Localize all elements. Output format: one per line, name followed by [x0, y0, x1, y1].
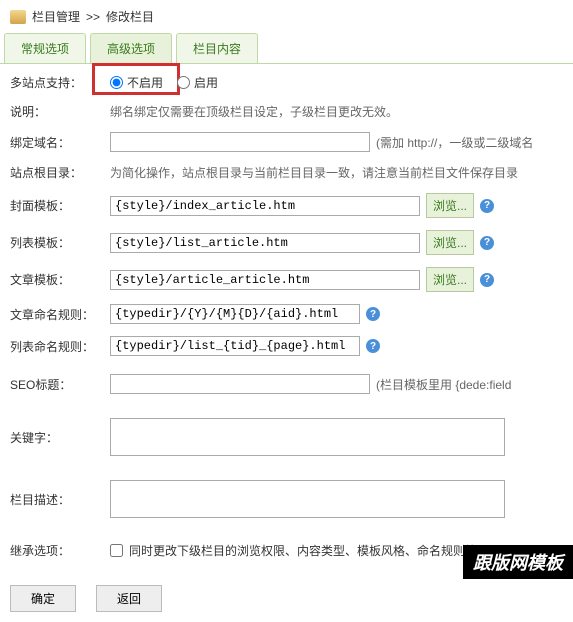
listrule-input[interactable]	[110, 336, 360, 356]
articlerule-label: 文章命名规则：	[10, 306, 110, 323]
radio-off[interactable]	[110, 76, 123, 89]
seo-input[interactable]	[110, 374, 370, 394]
multisite-label: 多站点支持：	[10, 74, 110, 91]
breadcrumb-a[interactable]: 栏目管理	[32, 8, 80, 25]
seo-label: SEO标题：	[10, 376, 110, 393]
row-cover: 封面模板： 浏览... ?	[10, 187, 563, 224]
colsdesc-label: 栏目描述：	[10, 491, 110, 508]
row-multisite: 多站点支持： 不启用 启用	[10, 68, 563, 97]
article-input[interactable]	[110, 270, 420, 290]
row-article: 文章模板： 浏览... ?	[10, 261, 563, 298]
radio-off-label[interactable]: 不启用	[127, 74, 163, 91]
seo-hint: (栏目模板里用 {dede:field	[376, 376, 511, 393]
colsdesc-input[interactable]	[110, 480, 505, 518]
desc-label: 说明：	[10, 103, 110, 120]
listrule-label: 列表命名规则：	[10, 338, 110, 355]
button-bar: 确定 返回	[0, 575, 573, 622]
list-browse-button[interactable]: 浏览...	[426, 230, 474, 255]
breadcrumb: 栏目管理 >> 修改栏目	[0, 0, 573, 33]
breadcrumb-b: 修改栏目	[106, 8, 154, 25]
cover-input[interactable]	[110, 196, 420, 216]
desc-text: 绑名绑定仅需要在顶级栏目设定，子级栏目更改无效。	[110, 103, 563, 120]
radio-on-label[interactable]: 启用	[194, 74, 218, 91]
list-input[interactable]	[110, 233, 420, 253]
article-browse-button[interactable]: 浏览...	[426, 267, 474, 292]
tab-general[interactable]: 常规选项	[4, 33, 86, 63]
domain-hint: (需加 http://，一级或二级域名	[376, 134, 533, 151]
tab-advanced[interactable]: 高级选项	[90, 33, 172, 63]
row-seo: SEO标题： (栏目模板里用 {dede:field	[10, 362, 563, 406]
articlerule-input[interactable]	[110, 304, 360, 324]
row-colsdesc: 栏目描述：	[10, 468, 563, 530]
folder-icon	[10, 10, 26, 24]
row-desc: 说明： 绑名绑定仅需要在顶级栏目设定，子级栏目更改无效。	[10, 97, 563, 126]
inherit-text: 同时更改下级栏目的浏览权限、内容类型、模板风格、命名规则等通用属	[129, 542, 513, 559]
row-siteroot: 站点根目录： 为简化操作，站点根目录与当前栏目目录一致，请注意当前栏目文件保存目…	[10, 158, 563, 187]
ok-button[interactable]: 确定	[10, 585, 76, 612]
help-icon[interactable]: ?	[366, 307, 380, 321]
cover-browse-button[interactable]: 浏览...	[426, 193, 474, 218]
tab-content[interactable]: 栏目内容	[176, 33, 258, 63]
tabs: 常规选项 高级选项 栏目内容	[0, 33, 573, 64]
breadcrumb-sep: >>	[86, 10, 100, 24]
siteroot-text: 为简化操作，站点根目录与当前栏目目录一致，请注意当前栏目文件保存目录	[110, 164, 563, 181]
watermark: 跟版网模板	[463, 545, 573, 579]
radio-on[interactable]	[177, 76, 190, 89]
inherit-checkbox[interactable]	[110, 544, 123, 557]
cover-label: 封面模板：	[10, 197, 110, 214]
help-icon[interactable]: ?	[480, 273, 494, 287]
help-icon[interactable]: ?	[366, 339, 380, 353]
inherit-label: 继承选项：	[10, 542, 110, 559]
list-label: 列表模板：	[10, 234, 110, 251]
keywords-label: 关键字：	[10, 429, 110, 446]
article-label: 文章模板：	[10, 271, 110, 288]
row-articlerule: 文章命名规则： ?	[10, 298, 563, 330]
help-icon[interactable]: ?	[480, 199, 494, 213]
keywords-input[interactable]	[110, 418, 505, 456]
row-listrule: 列表命名规则： ?	[10, 330, 563, 362]
row-domain: 绑定域名： (需加 http://，一级或二级域名	[10, 126, 563, 158]
row-list: 列表模板： 浏览... ?	[10, 224, 563, 261]
help-icon[interactable]: ?	[480, 236, 494, 250]
back-button[interactable]: 返回	[96, 585, 162, 612]
row-keywords: 关键字：	[10, 406, 563, 468]
domain-input[interactable]	[110, 132, 370, 152]
siteroot-label: 站点根目录：	[10, 164, 110, 181]
domain-label: 绑定域名：	[10, 134, 110, 151]
